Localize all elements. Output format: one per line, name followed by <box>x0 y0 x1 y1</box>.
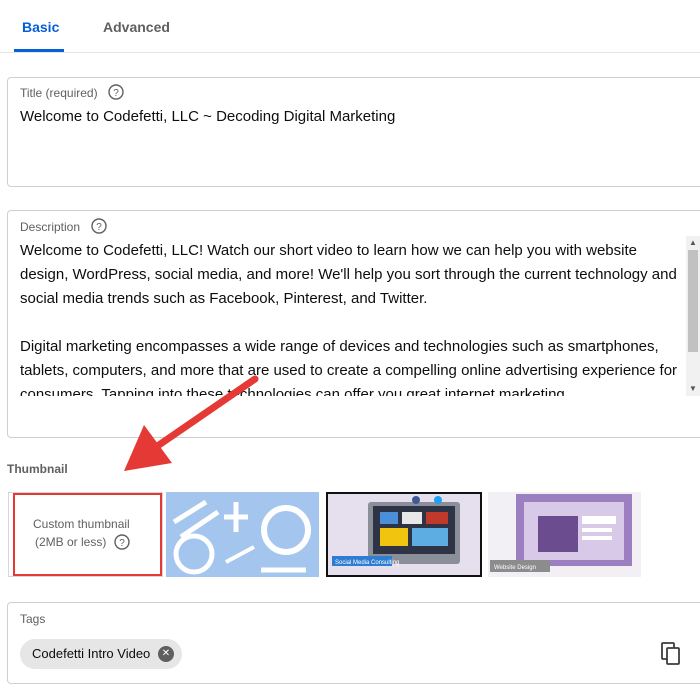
thumbnail-option-3[interactable]: Website Design <box>488 492 641 577</box>
tag-chip-label: Codefetti Intro Video <box>32 646 151 661</box>
description-paragraph: Digital marketing encompasses a wide ran… <box>20 338 678 396</box>
thumbnail-heading: Thumbnail <box>7 462 68 476</box>
thumbnail-caption: Social Media Consulting <box>335 560 399 566</box>
svg-text:?: ? <box>96 222 102 233</box>
help-icon[interactable]: ? <box>91 218 107 234</box>
annotation-highlight-box <box>13 493 162 576</box>
description-label: Description <box>20 220 81 234</box>
tab-basic[interactable]: Basic <box>22 0 59 52</box>
thumbnail-image-3: Website Design <box>488 492 641 577</box>
close-circle-icon[interactable]: ✕ <box>158 646 174 662</box>
description-textarea[interactable]: Welcome to Codefetti, LLC! Watch our sho… <box>20 239 684 396</box>
svg-text:?: ? <box>113 88 119 99</box>
thumbnail-option-2-selected[interactable]: Social Media Consulting <box>326 492 482 577</box>
active-tab-indicator <box>14 49 64 52</box>
help-icon[interactable]: ? <box>108 84 124 100</box>
thumbnail-image-2: Social Media Consulting <box>328 494 480 575</box>
tab-advanced[interactable]: Advanced <box>103 0 170 52</box>
copy-icon[interactable] <box>661 642 681 666</box>
scroll-down-icon[interactable]: ▼ <box>689 384 697 393</box>
scrollbar-thumb[interactable] <box>688 250 698 352</box>
tags-label: Tags <box>20 612 46 626</box>
thumbnail-option-1[interactable] <box>166 492 319 577</box>
title-input[interactable]: Welcome to Codefetti, LLC ~ Decoding Dig… <box>20 108 395 125</box>
description-paragraph: Welcome to Codefetti, LLC! Watch our sho… <box>20 242 677 307</box>
title-label: Title (required) <box>20 86 98 100</box>
thumbnail-caption: Website Design <box>494 565 536 571</box>
scroll-up-icon[interactable]: ▲ <box>689 238 697 247</box>
thumbnail-image-1 <box>166 492 319 577</box>
